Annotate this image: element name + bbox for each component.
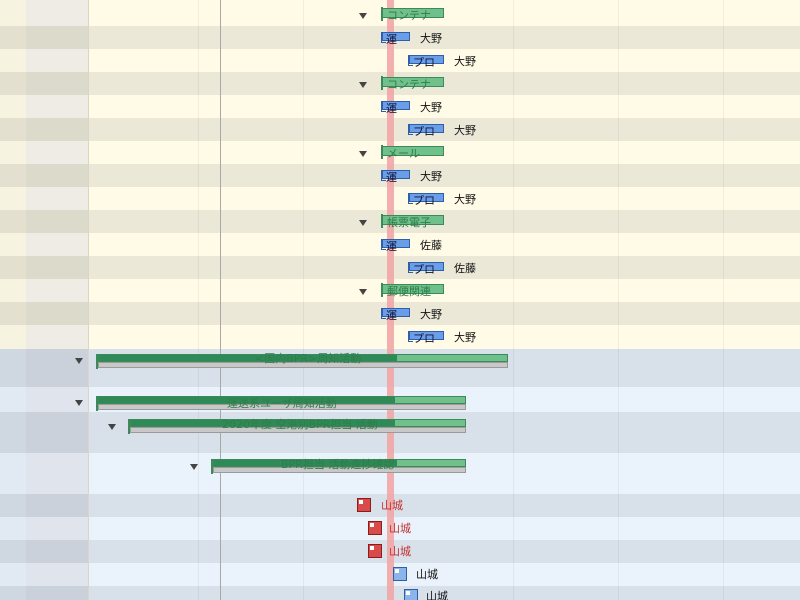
task-owner: 大野 [454, 193, 476, 206]
container-task-bar[interactable]: メール [381, 145, 444, 160]
task-label: 運 [386, 33, 397, 46]
summary-task-label: <国内BPR>周知活動 [255, 352, 362, 365]
gantt-row [0, 187, 800, 210]
container-task-bar[interactable]: 帳票電子 [381, 214, 444, 229]
gantt-row [0, 118, 800, 141]
collapse-toggle-icon[interactable] [359, 289, 367, 295]
milestone-flag-icon[interactable] [357, 498, 371, 512]
collapse-toggle-icon[interactable] [359, 82, 367, 88]
task-owner: 佐藤 [420, 239, 442, 252]
task-label: プロ [413, 332, 435, 345]
collapse-toggle-icon[interactable] [108, 424, 116, 430]
collapse-toggle-icon[interactable] [75, 358, 83, 364]
task-label: プロ [413, 56, 435, 69]
container-task-bar[interactable]: コンテナ [381, 7, 444, 22]
task-label: コンテナ [387, 78, 431, 91]
collapse-toggle-icon[interactable] [75, 400, 83, 406]
summary-task-label: BPR担当 活動進捗確認 [281, 458, 395, 471]
milestone-flag-icon[interactable] [368, 521, 382, 535]
summary-task-label: 2020年度 空港別BPR担当 活動 [222, 418, 378, 431]
ops-task-bar[interactable]: 運 [381, 101, 410, 115]
task-label: コンテナ [387, 9, 431, 22]
gantt-row [0, 49, 800, 72]
task-label: 帳票電子 [387, 216, 431, 229]
task-owner: 大野 [454, 55, 476, 68]
grid-line [198, 0, 199, 600]
period-divider-line [220, 0, 221, 600]
task-label: 運 [386, 309, 397, 322]
ops-task-bar[interactable]: 運 [381, 170, 410, 184]
summary-task-label: 運送系ユーザ周知活動 [227, 397, 337, 410]
container-task-bar[interactable]: 郵便関連 [381, 283, 444, 298]
collapse-toggle-icon[interactable] [359, 13, 367, 19]
collapse-toggle-icon[interactable] [359, 220, 367, 226]
milestone-owner: 山城 [426, 590, 448, 600]
task-label: 運 [386, 102, 397, 115]
milestone-owner: 山城 [389, 522, 411, 535]
ops-task-bar[interactable]: 運 [381, 239, 410, 253]
grid-line [723, 0, 724, 600]
collapse-toggle-icon[interactable] [190, 464, 198, 470]
task-owner: 佐藤 [454, 262, 476, 275]
grid-line [513, 0, 514, 600]
gantt-row [0, 325, 800, 349]
task-label: 郵便関連 [387, 285, 431, 298]
grid-line [618, 0, 619, 600]
gantt-row [0, 586, 800, 600]
task-label: 運 [386, 171, 397, 184]
ops-task-bar[interactable]: 運 [381, 32, 410, 46]
milestone-owner: 山城 [389, 545, 411, 558]
collapse-toggle-icon[interactable] [359, 151, 367, 157]
task-label: プロ [413, 125, 435, 138]
milestone-flag-icon[interactable] [368, 544, 382, 558]
milestone-owner: 山城 [416, 568, 438, 581]
milestone-owner: 山城 [381, 499, 403, 512]
pro-task-bar[interactable]: プロ [408, 124, 444, 138]
pro-task-bar[interactable]: プロ [408, 55, 444, 69]
ops-task-bar[interactable]: 運 [381, 308, 410, 322]
task-owner: 大野 [420, 32, 442, 45]
task-owner: 大野 [420, 170, 442, 183]
grid-line [303, 0, 304, 600]
task-label: 運 [386, 240, 397, 253]
pro-task-bar[interactable]: プロ [408, 262, 444, 276]
gantt-row [0, 256, 800, 279]
pro-task-bar[interactable]: プロ [408, 193, 444, 207]
task-owner: 大野 [454, 331, 476, 344]
milestone-flag-icon[interactable] [404, 589, 418, 600]
container-task-bar[interactable]: コンテナ [381, 76, 444, 91]
task-owner: 大野 [420, 308, 442, 321]
gantt-chart: コンテナ 運 大野 プロ 大野 コンテナ 運 大野 プロ 大野 メール 運 大野… [0, 0, 800, 600]
task-owner: 大野 [454, 124, 476, 137]
task-label: メール [387, 147, 420, 160]
task-label: プロ [413, 263, 435, 276]
task-label: プロ [413, 194, 435, 207]
milestone-flag-icon[interactable] [393, 567, 407, 581]
pro-task-bar[interactable]: プロ [408, 331, 444, 345]
task-owner: 大野 [420, 101, 442, 114]
